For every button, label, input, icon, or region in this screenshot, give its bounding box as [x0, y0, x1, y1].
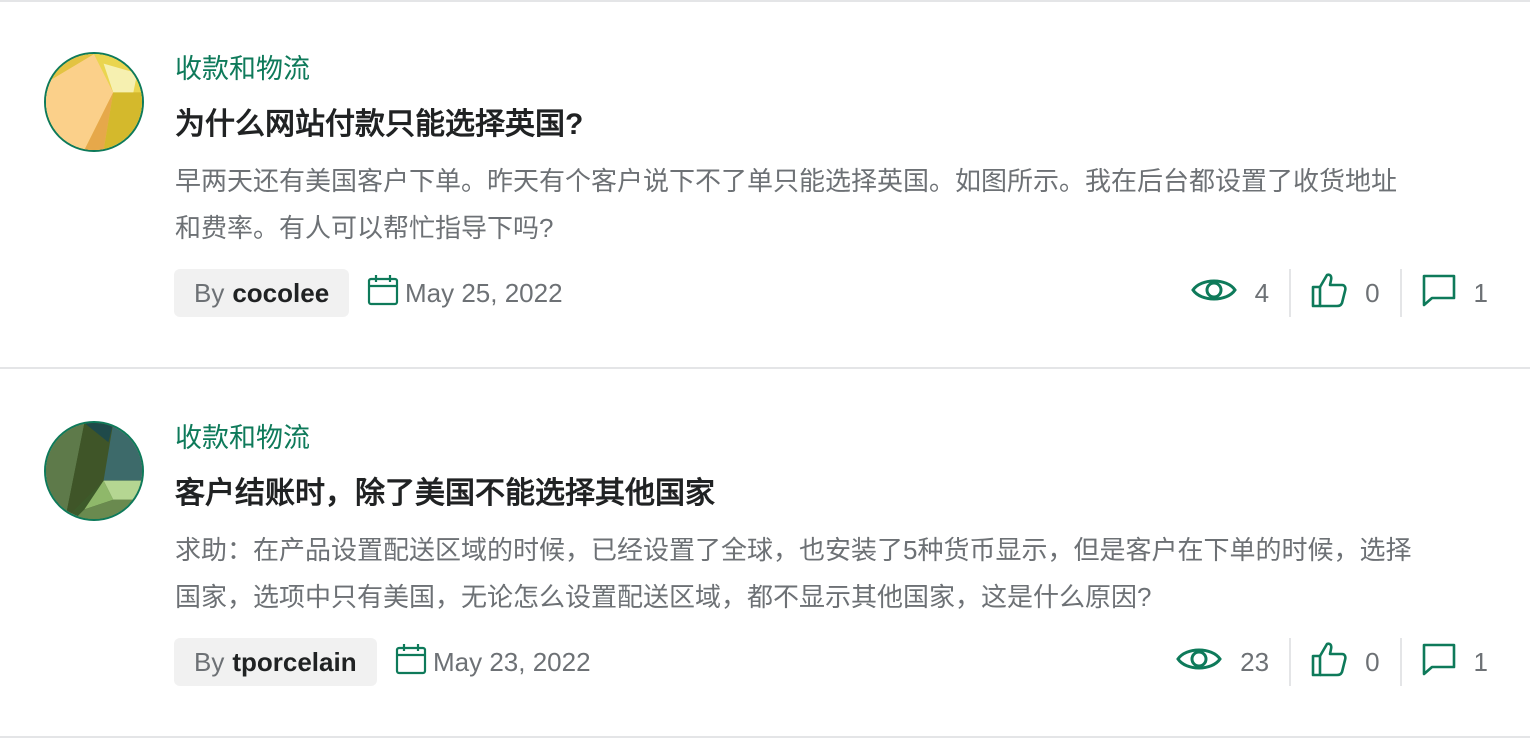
- calendar-icon: [395, 643, 433, 682]
- thumbs-up-icon: [1311, 272, 1365, 315]
- author-name: tporcelain: [232, 646, 357, 677]
- post-card: 收款和物流 为什么网站付款只能选择英国? 早两天还有美国客户下单。昨天有个客户说…: [0, 2, 1530, 367]
- views-count: 4: [1254, 277, 1270, 308]
- views-stat: 4: [1190, 274, 1270, 313]
- post-card: 收款和物流 客户结账时，除了美国不能选择其他国家 求助：在产品设置配送区域的时候…: [0, 371, 1530, 736]
- likes-count: 0: [1365, 646, 1380, 677]
- post-title[interactable]: 客户结账时，除了美国不能选择其他国家: [175, 475, 715, 513]
- stat-separator: [1399, 638, 1402, 686]
- post-category[interactable]: 收款和物流: [175, 52, 310, 86]
- post-category[interactable]: 收款和物流: [175, 421, 310, 455]
- replies-count: 1: [1473, 277, 1488, 308]
- replies-count: 1: [1473, 646, 1488, 677]
- author-name: cocolee: [232, 277, 330, 308]
- likes-stat[interactable]: 0: [1311, 272, 1380, 315]
- stat-separator: [1289, 638, 1292, 686]
- post-divider: [0, 367, 1530, 369]
- comment-icon: [1422, 273, 1474, 314]
- avatar-image: [46, 54, 142, 150]
- likes-count: 0: [1365, 277, 1380, 308]
- date-text: May 25, 2022: [405, 277, 563, 308]
- post-title[interactable]: 为什么网站付款只能选择英国?: [175, 106, 583, 144]
- post-date: May 25, 2022: [367, 269, 563, 317]
- comment-icon: [1422, 642, 1474, 683]
- post-excerpt: 求助：在产品设置配送区域的时候，已经设置了全球，也安装了5种货币显示，但是客户在…: [175, 535, 1412, 612]
- eye-icon: [1190, 274, 1255, 313]
- post-stats: 23 0 1: [1176, 638, 1488, 686]
- replies-stat[interactable]: 1: [1422, 642, 1488, 683]
- date-text: May 23, 2022: [433, 646, 591, 677]
- calendar-icon: [367, 274, 405, 313]
- by-label: By: [194, 277, 225, 308]
- replies-stat[interactable]: 1: [1422, 273, 1488, 314]
- avatar-image: [46, 423, 142, 519]
- post-stats: 4 0 1: [1190, 269, 1488, 317]
- eye-icon: [1176, 643, 1240, 682]
- stat-separator: [1399, 269, 1402, 317]
- stat-separator: [1289, 269, 1292, 317]
- author-button[interactable]: By tporcelain: [174, 638, 377, 686]
- avatar[interactable]: [44, 421, 144, 521]
- views-stat: 23: [1176, 643, 1269, 682]
- by-label: By: [194, 646, 225, 677]
- post-date: May 23, 2022: [395, 638, 591, 686]
- views-count: 23: [1240, 646, 1270, 677]
- post-excerpt: 早两天还有美国客户下单。昨天有个客户说下不了单只能选择英国。如图所示。我在后台都…: [175, 166, 1398, 243]
- author-button[interactable]: By cocolee: [174, 269, 350, 317]
- avatar[interactable]: [44, 52, 144, 152]
- thumbs-up-icon: [1311, 641, 1365, 684]
- likes-stat[interactable]: 0: [1311, 641, 1380, 684]
